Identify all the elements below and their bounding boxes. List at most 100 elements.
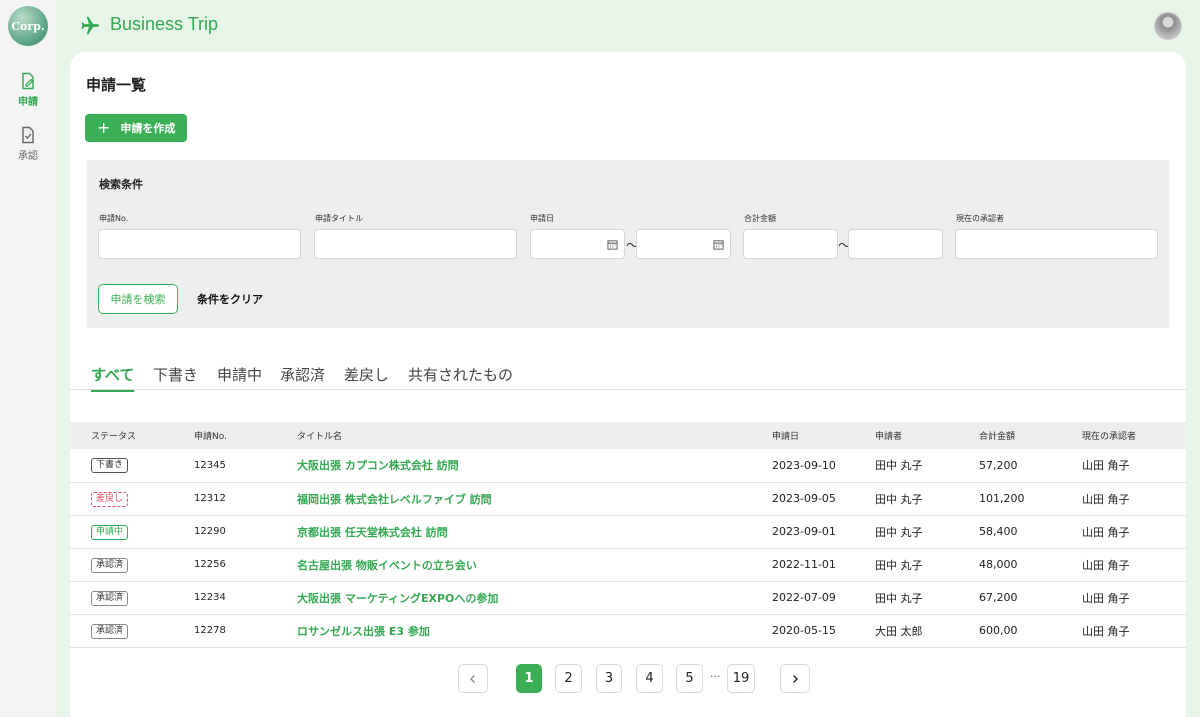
column-header-applicant: 申請者 (875, 432, 903, 442)
column-header-amount: 合計金額 (979, 432, 1016, 442)
next-page-button[interactable] (780, 664, 810, 693)
current-approver-label: 現在の承認者 (956, 214, 1004, 223)
date-from-input[interactable] (530, 229, 625, 259)
total-amount: 101,200 (979, 492, 1025, 505)
application-date: 2023-09-01 (772, 525, 836, 538)
search-button[interactable]: 申請を検索 (98, 284, 178, 314)
calendar-icon[interactable] (713, 239, 724, 250)
application-number-input[interactable] (98, 229, 301, 259)
application-title-label: 申請タイトル (315, 214, 363, 223)
status-badge: 承認済 (91, 590, 129, 606)
sidebar-item-label: 承認 (18, 151, 38, 162)
total-amount: 600,00 (979, 624, 1018, 637)
application-title-link[interactable]: 名古屋出張 物販イベントの立ち会い (297, 548, 772, 581)
application-number: 12278 (194, 625, 226, 636)
application-date: 2023-09-05 (772, 492, 836, 505)
page-button-1[interactable]: 1 (516, 664, 542, 693)
application-title-link[interactable]: 福岡出張 株式会社レベルファイブ 訪問 (297, 482, 772, 515)
status-badge: 承認済 (91, 557, 129, 573)
status-badge: 承認済 (91, 623, 129, 639)
column-header-status: ステータス (91, 432, 137, 442)
column-header-title: タイトル名 (297, 432, 343, 442)
table-row[interactable]: 承認済 12278 ロサンゼルス出張 E3 参加 2020-05-15 大田 太… (70, 614, 1186, 647)
document-check-icon (22, 126, 34, 144)
applications-table: ステータス 申請No. タイトル名 申請日 申請者 合計金額 現在の承認者 下書… (70, 422, 1186, 648)
calendar-icon[interactable] (607, 239, 618, 250)
page-title: 申請一覧 (86, 76, 147, 94)
tab-all[interactable]: すべて (91, 364, 135, 392)
applicant-name: 大田 太郎 (875, 624, 923, 638)
current-approver: 山田 角子 (1082, 591, 1130, 605)
company-logo: Corp. (8, 6, 48, 46)
page-button-last[interactable]: 19 (727, 664, 755, 693)
sidebar: Corp. 申請 承認 (0, 0, 56, 717)
application-date: 2022-11-01 (772, 558, 836, 571)
sidebar-item-approve[interactable]: 承認 (0, 126, 56, 162)
application-title-link[interactable]: ロサンゼルス出張 E3 参加 (297, 614, 772, 647)
amount-to-input[interactable] (848, 229, 943, 259)
page-button-4[interactable]: 4 (636, 664, 663, 693)
current-approver: 山田 角子 (1082, 624, 1130, 638)
total-amount-label: 合計金額 (744, 214, 776, 223)
applicant-name: 田中 丸子 (875, 492, 923, 506)
page-button-5[interactable]: 5 (676, 664, 703, 693)
chevron-right-icon (793, 674, 798, 683)
status-badge: 申請中 (91, 524, 129, 540)
date-to-input[interactable] (636, 229, 731, 259)
application-number: 12290 (194, 526, 226, 537)
table-row[interactable]: 申請中 12290 京都出張 任天堂株式会社 訪問 2023-09-01 田中 … (70, 515, 1186, 548)
status-tabs: すべて 下書き 申請中 承認済 差戻し 共有されたもの (70, 362, 1186, 392)
total-amount: 58,400 (979, 525, 1018, 538)
create-application-button[interactable]: + 申請を作成 (85, 114, 188, 142)
table-row[interactable]: 下書き 12345 大阪出張 カプコン株式会社 訪問 2023-09-10 田中… (70, 449, 1186, 482)
column-header-number: 申請No. (194, 432, 227, 442)
previous-page-button[interactable] (458, 664, 488, 693)
tab-draft[interactable]: 下書き (153, 364, 198, 390)
application-title-link[interactable]: 大阪出張 マーケティングEXPOへの参加 (297, 581, 772, 614)
application-title-link[interactable]: 大阪出張 カプコン株式会社 訪問 (297, 449, 772, 482)
current-approver-input[interactable] (955, 229, 1158, 259)
tab-returned[interactable]: 差戻し (344, 364, 389, 390)
current-approver: 山田 角子 (1082, 525, 1130, 539)
column-header-date: 申請日 (772, 432, 800, 442)
pagination: 1 2 3 4 5 ··· 19 (70, 664, 1186, 693)
clear-conditions-button[interactable]: 条件をクリア (197, 284, 263, 314)
airplane-icon (81, 16, 99, 35)
table-header-row: ステータス 申請No. タイトル名 申請日 申請者 合計金額 現在の承認者 (70, 422, 1186, 449)
application-date: 2022-07-09 (772, 591, 836, 604)
app-title: Business Trip (110, 14, 219, 34)
total-amount: 67,200 (979, 591, 1018, 604)
application-number: 12312 (194, 493, 226, 504)
table-row[interactable]: 承認済 12256 名古屋出張 物販イベントの立ち会い 2022-11-01 田… (70, 548, 1186, 581)
table-row[interactable]: 承認済 12234 大阪出張 マーケティングEXPOへの参加 2022-07-0… (70, 581, 1186, 614)
current-approver: 山田 角子 (1082, 492, 1130, 506)
application-number: 12256 (194, 559, 226, 570)
search-panel: 検索条件 申請No. 申請タイトル 申請日 〜 合計金額 〜 現在の承認者 申請… (87, 160, 1169, 328)
plus-icon: + (97, 118, 111, 137)
main-card: 申請一覧 + 申請を作成 検索条件 申請No. 申請タイトル 申請日 〜 合計金… (70, 52, 1186, 717)
current-approver: 山田 角子 (1082, 558, 1130, 572)
page-button-2[interactable]: 2 (555, 664, 582, 693)
current-approver: 山田 角子 (1082, 459, 1130, 473)
application-date: 2020-05-15 (772, 624, 836, 637)
status-badge: 差戻し (91, 491, 129, 507)
application-title-input[interactable] (314, 229, 517, 259)
user-avatar[interactable] (1154, 12, 1182, 40)
application-date-label: 申請日 (530, 214, 554, 223)
tab-shared[interactable]: 共有されたもの (408, 364, 513, 390)
total-amount: 48,000 (979, 558, 1018, 571)
application-number-label: 申請No. (99, 214, 129, 223)
tab-approved[interactable]: 承認済 (280, 364, 325, 390)
application-title-link[interactable]: 京都出張 任天堂株式会社 訪問 (297, 515, 772, 548)
table-row[interactable]: 差戻し 12312 福岡出張 株式会社レベルファイブ 訪問 2023-09-05… (70, 482, 1186, 515)
sidebar-item-apply[interactable]: 申請 (0, 72, 56, 108)
application-number: 12345 (194, 459, 226, 471)
search-panel-title: 検索条件 (99, 178, 143, 191)
tab-pending[interactable]: 申請中 (217, 364, 262, 390)
sidebar-item-label: 申請 (18, 97, 38, 108)
amount-from-input[interactable] (743, 229, 838, 259)
status-badge: 下書き (91, 458, 129, 474)
document-edit-icon (22, 72, 34, 90)
application-number: 12234 (194, 592, 226, 603)
page-button-3[interactable]: 3 (596, 664, 622, 693)
